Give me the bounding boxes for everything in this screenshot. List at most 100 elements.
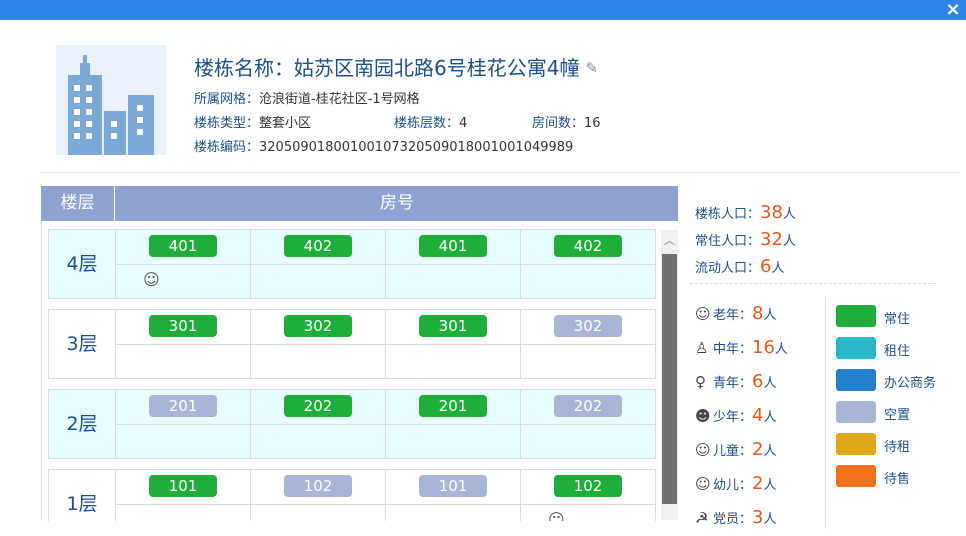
rooms-info: 房间数：16 <box>532 112 601 131</box>
scroll-thumb[interactable] <box>662 254 677 504</box>
code-label: 楼栋编码： <box>194 140 260 155</box>
age-stat: ♀ 青年：6人 <box>695 371 776 392</box>
age-unit: 人 <box>763 512 777 527</box>
person-icon: ☺ <box>695 305 711 323</box>
scroll-up-icon[interactable]: ︿ <box>661 230 678 252</box>
stat-floating-value: 6 <box>760 256 772 277</box>
edit-icon[interactable]: ✎ <box>585 59 598 77</box>
elder-resident-icon[interactable]: ☺ <box>143 270 160 289</box>
stat-floating-label: 流动人口： <box>695 261 761 276</box>
age-stat: ☺ 儿童：2人 <box>695 439 776 460</box>
stats-divider <box>690 283 936 284</box>
legend-swatch <box>836 369 876 391</box>
legend-label: 待租 <box>884 440 911 455</box>
person-icon: ☺ <box>695 475 711 493</box>
floor-label: 3层 <box>49 310 116 378</box>
person-icon: ☺ <box>695 441 711 459</box>
room-cell: 201 <box>116 390 251 458</box>
room-cell: 201 <box>386 390 521 458</box>
legend-swatch <box>836 465 876 487</box>
room-badge[interactable]: 102 <box>284 475 352 497</box>
grid-info: 所属网格：沧浪街道-桂花社区-1号网格 <box>194 88 420 107</box>
stat-total-value: 38 <box>760 202 783 223</box>
room-badge[interactable]: 301 <box>419 315 487 337</box>
legend-swatch <box>836 433 876 455</box>
table-header: 楼层 房号 <box>41 186 678 221</box>
stat-resident-label: 常住人口： <box>695 234 761 249</box>
room-cell: 102 <box>251 470 386 521</box>
stat-floating: 流动人口：6人 <box>695 256 784 277</box>
stat-resident-value: 32 <box>760 229 783 250</box>
room-cell: 101 <box>386 470 521 521</box>
room-cell: 402 <box>521 230 656 298</box>
legend-swatch <box>836 305 876 327</box>
room-badge[interactable]: 401 <box>149 235 217 257</box>
room-badge[interactable]: 402 <box>554 235 622 257</box>
age-stat: ♙ 中年：16人 <box>695 337 788 358</box>
floors-value: 4 <box>459 116 468 131</box>
floor-table: 4层 401 ☺ 402 401 402 3层 301 302 301 302 2层 201 202 201… <box>41 221 661 521</box>
room-cell: 301 <box>116 310 251 378</box>
room-badge[interactable]: 202 <box>554 395 622 417</box>
floor-row: 3层 301 302 301 302 <box>48 309 656 379</box>
room-cell: 202 <box>521 390 656 458</box>
grid-label: 所属网格： <box>194 92 260 107</box>
room-badge[interactable]: 102 <box>554 475 622 497</box>
person-icon: ♀ <box>695 373 706 391</box>
room-badge[interactable]: 302 <box>554 315 622 337</box>
room-badge[interactable]: 101 <box>419 475 487 497</box>
person-icon: ☭ <box>695 509 709 527</box>
code-value: 32050901800100107320509018001001049989 <box>259 140 574 155</box>
close-icon[interactable]: × <box>944 0 962 20</box>
age-value: 2 <box>752 473 764 494</box>
type-info: 楼栋类型：整套小区 <box>194 112 311 131</box>
scroll-down-icon[interactable]: ﹀ <box>661 486 678 508</box>
room-badge[interactable]: 101 <box>149 475 217 497</box>
legend-label: 常住 <box>884 312 911 327</box>
building-title: 楼栋名称：姑苏区南园北路6号桂花公寓4幢 ✎ <box>194 52 598 81</box>
age-stat: ☺ 老年：8人 <box>695 303 776 324</box>
age-value: 3 <box>752 507 764 528</box>
stat-unit: 人 <box>782 234 796 249</box>
room-badge[interactable]: 302 <box>284 315 352 337</box>
age-unit: 人 <box>763 376 777 391</box>
age-label: 党员： <box>713 512 753 527</box>
age-unit: 人 <box>763 308 777 323</box>
code-info: 楼栋编码：32050901800100107320509018001001049… <box>194 136 573 155</box>
divider <box>40 172 960 173</box>
floors-label: 楼栋层数： <box>394 116 460 131</box>
age-label: 少年： <box>713 410 753 425</box>
legend-label: 待售 <box>884 472 911 487</box>
age-value: 4 <box>752 405 764 426</box>
room-cell: 101 <box>116 470 251 521</box>
grid-value: 沧浪街道-桂花社区-1号网格 <box>259 92 420 107</box>
room-badge[interactable]: 202 <box>284 395 352 417</box>
room-cell: 202 <box>251 390 386 458</box>
room-badge[interactable]: 401 <box>419 235 487 257</box>
room-cell: 401 <box>386 230 521 298</box>
rooms-value: 16 <box>584 116 601 131</box>
room-cell: 301 <box>386 310 521 378</box>
age-value: 6 <box>752 371 764 392</box>
floor-label: 4层 <box>49 230 116 298</box>
floor-row: 1层 101 102 101 102 ☺ <box>48 469 656 521</box>
title-value: 姑苏区南园北路6号桂花公寓4幢 <box>294 56 580 80</box>
floor-row: 2层 201 202 201 202 <box>48 389 656 459</box>
person-icon: ☻ <box>695 407 711 425</box>
header-room: 房号 <box>380 193 414 213</box>
floor-label: 1层 <box>49 470 116 521</box>
room-badge[interactable]: 301 <box>149 315 217 337</box>
age-stat: ☺ 幼儿：2人 <box>695 473 776 494</box>
dialog-title-bar: × <box>0 0 966 20</box>
table-scrollbar[interactable]: ︿ ﹀ <box>661 230 678 520</box>
legend-swatch <box>836 401 876 423</box>
age-label: 青年： <box>713 376 753 391</box>
elder-resident-icon[interactable]: ☺ <box>548 510 565 521</box>
room-badge[interactable]: 201 <box>149 395 217 417</box>
room-badge[interactable]: 201 <box>419 395 487 417</box>
legend-divider <box>825 297 826 529</box>
age-value: 8 <box>752 303 764 324</box>
room-badge[interactable]: 402 <box>284 235 352 257</box>
age-value: 2 <box>752 439 764 460</box>
stat-resident: 常住人口：32人 <box>695 229 796 250</box>
